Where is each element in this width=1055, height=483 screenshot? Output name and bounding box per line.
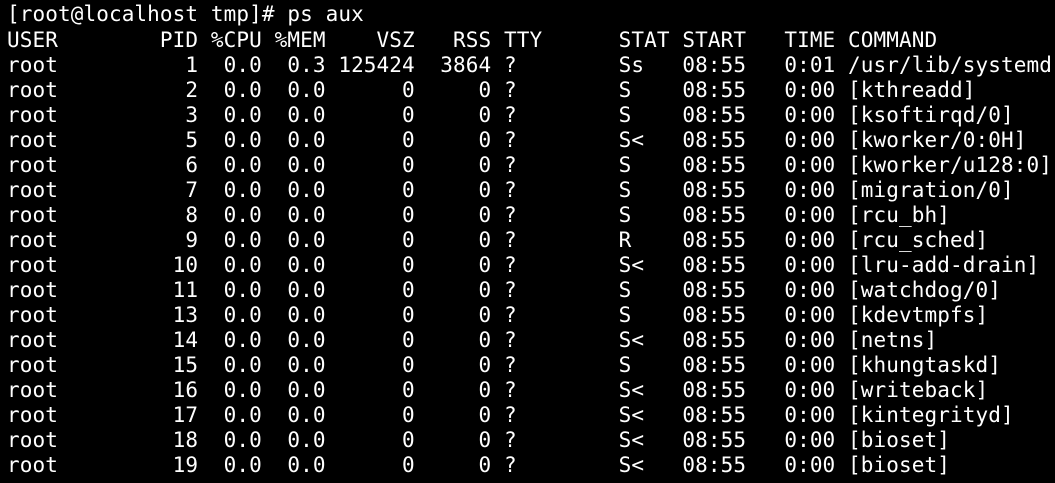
process-row: root 14 0.0 0.0 0 0 ? S< 08:55 0:00 [net… xyxy=(7,328,938,352)
process-row: root 19 0.0 0.0 0 0 ? S< 08:55 0:00 [bio… xyxy=(7,453,950,477)
process-row: root 15 0.0 0.0 0 0 ? S 08:55 0:00 [khun… xyxy=(7,353,1001,377)
process-row: root 7 0.0 0.0 0 0 ? S 08:55 0:00 [migra… xyxy=(7,178,1014,202)
process-row: root 1 0.0 0.3 125424 3864 ? Ss 08:55 0:… xyxy=(7,53,1052,77)
command-prompt: [root@localhost tmp]# ps aux xyxy=(7,2,364,26)
process-row: root 10 0.0 0.0 0 0 ? S< 08:55 0:00 [lru… xyxy=(7,253,1040,277)
process-row: root 9 0.0 0.0 0 0 ? R 08:55 0:00 [rcu_s… xyxy=(7,228,989,252)
process-row: root 5 0.0 0.0 0 0 ? S< 08:55 0:00 [kwor… xyxy=(7,128,1027,152)
process-row: root 2 0.0 0.0 0 0 ? S 08:55 0:00 [kthre… xyxy=(7,78,976,102)
process-row: root 13 0.0 0.0 0 0 ? S 08:55 0:00 [kdev… xyxy=(7,303,989,327)
process-row: root 6 0.0 0.0 0 0 ? S 08:55 0:00 [kwork… xyxy=(7,153,1052,177)
process-row: root 18 0.0 0.0 0 0 ? S< 08:55 0:00 [bio… xyxy=(7,428,950,452)
process-row: root 17 0.0 0.0 0 0 ? S< 08:55 0:00 [kin… xyxy=(7,403,1014,427)
process-row: root 8 0.0 0.0 0 0 ? S 08:55 0:00 [rcu_b… xyxy=(7,203,950,227)
column-header: USER PID %CPU %MEM VSZ RSS TTY STAT STAR… xyxy=(7,28,938,52)
process-row: root 16 0.0 0.0 0 0 ? S< 08:55 0:00 [wri… xyxy=(7,378,989,402)
process-row: root 11 0.0 0.0 0 0 ? S 08:55 0:00 [watc… xyxy=(7,278,1001,302)
terminal-window[interactable]: [root@localhost tmp]# ps aux USER PID %C… xyxy=(0,0,1055,483)
process-row: root 3 0.0 0.0 0 0 ? S 08:55 0:00 [ksoft… xyxy=(7,103,1014,127)
